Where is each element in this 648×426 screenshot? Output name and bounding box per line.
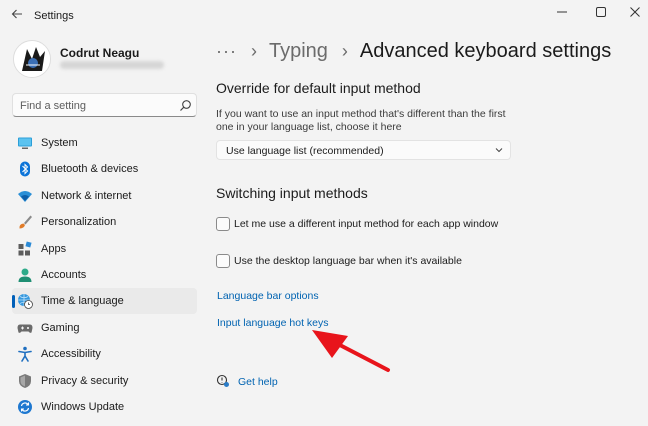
sidebar-item-accessibility[interactable]: Accessibility (12, 341, 197, 367)
sidebar-item-bluetooth[interactable]: Bluetooth & devices (12, 156, 197, 182)
sidebar-item-label: Gaming (41, 321, 80, 334)
sidebar-item-label: Bluetooth & devices (41, 163, 139, 176)
checkbox-label: Use the desktop language bar when it's a… (234, 255, 462, 267)
language-bar-options-link[interactable]: Language bar options (217, 290, 319, 302)
sidebar-item-label: Time & language (41, 295, 124, 308)
back-arrow-icon (11, 9, 22, 19)
avatar-image (14, 41, 50, 77)
active-indicator (12, 295, 15, 309)
sidebar-item-label: System (41, 137, 78, 149)
minimize-icon (557, 11, 567, 13)
override-section-title: Override for default input method (216, 80, 421, 96)
apps-icon (18, 241, 32, 256)
checkbox-label: Let me use a different input method for … (234, 218, 499, 230)
sidebar-item-label: Privacy & security (41, 374, 129, 387)
sidebar-item-label: Network & internet (41, 189, 132, 202)
breadcrumb-separator: › (341, 40, 348, 61)
title-bar: Settings (0, 0, 648, 32)
dropdown-selected-value: Use language list (recommended) (226, 145, 384, 157)
settings-window: Settings Codrut Neagu Find a setting Sys… (0, 0, 648, 426)
close-button[interactable] (623, 4, 647, 22)
profile-name: Codrut Neagu (60, 46, 140, 60)
override-description: If you want to use an input method that'… (216, 108, 506, 133)
globe-clock-icon (18, 294, 33, 310)
accessibility-icon (18, 346, 32, 362)
chevron-down-icon (495, 148, 503, 153)
sidebar-item-system[interactable]: System (12, 130, 197, 156)
system-icon (18, 137, 32, 149)
accounts-icon (18, 268, 32, 282)
get-help-icon (216, 374, 229, 387)
breadcrumb: ··· › Typing › Advanced keyboard setting… (216, 38, 611, 64)
search-input[interactable] (20, 99, 170, 113)
brush-icon (19, 215, 32, 229)
breadcrumb-parent-typing[interactable]: Typing (269, 40, 328, 63)
profile-email-redacted (60, 61, 164, 69)
sidebar-item-privacy[interactable]: Privacy & security (12, 368, 197, 394)
page-title: Advanced keyboard settings (359, 39, 612, 62)
maximize-button[interactable] (589, 4, 613, 22)
minimize-button[interactable] (550, 4, 574, 22)
avatar[interactable] (13, 40, 51, 78)
sidebar-item-label: Accounts (41, 268, 87, 281)
bluetooth-icon (20, 161, 30, 177)
get-help-link[interactable]: Get help (238, 376, 278, 388)
annotation-arrow (312, 330, 390, 372)
input-method-dropdown[interactable]: Use language list (recommended) (216, 140, 511, 160)
app-title: Settings (34, 10, 74, 22)
sidebar-item-windows-update[interactable]: Windows Update (12, 394, 197, 420)
sidebar-item-apps[interactable]: Apps (12, 236, 197, 262)
sidebar-item-personalization[interactable]: Personalization (12, 209, 197, 235)
breadcrumb-separator: › (250, 40, 257, 61)
sidebar-item-label: Windows Update (41, 400, 125, 413)
desktop-language-bar-checkbox[interactable] (216, 254, 230, 268)
per-app-input-checkbox[interactable] (216, 217, 230, 231)
sidebar-item-network[interactable]: Network & internet (12, 183, 197, 209)
sidebar-nav: System Bluetooth & devices Network & int… (12, 130, 197, 420)
switching-section-title: Switching input methods (216, 185, 368, 201)
gamepad-icon (17, 324, 33, 333)
search-icon[interactable] (179, 99, 192, 112)
close-icon (630, 7, 640, 17)
sidebar-item-label: Apps (41, 242, 67, 255)
update-icon (18, 399, 32, 414)
sidebar-item-label: Accessibility (41, 348, 101, 361)
wifi-icon (18, 190, 32, 202)
shield-icon (19, 373, 31, 388)
back-button[interactable] (9, 8, 25, 24)
maximize-icon (596, 7, 606, 17)
search-box[interactable] (12, 93, 197, 117)
sidebar-item-gaming[interactable]: Gaming (12, 315, 197, 341)
sidebar-item-time-language[interactable]: Time & language (12, 288, 197, 315)
sidebar-item-accounts[interactable]: Accounts (12, 262, 197, 288)
breadcrumb-more-button[interactable]: ··· (216, 41, 237, 62)
sidebar-item-label: Personalization (41, 216, 117, 229)
